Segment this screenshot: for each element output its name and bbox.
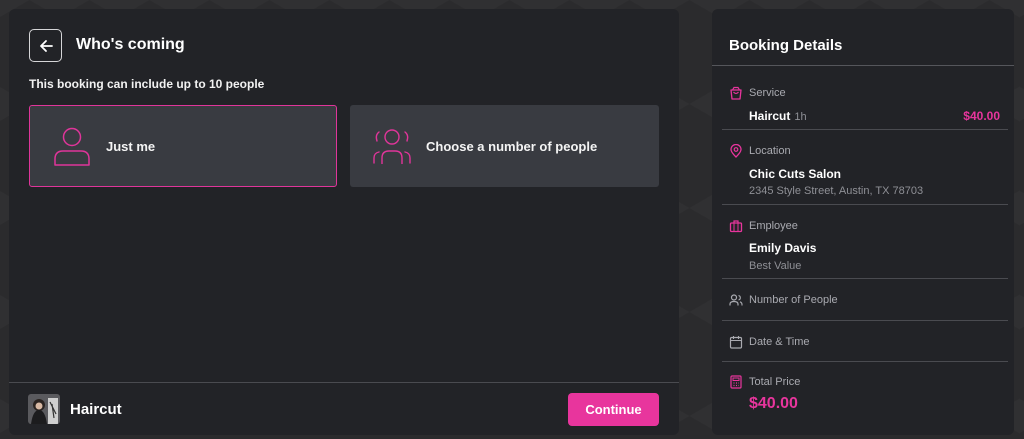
continue-button[interactable]: Continue <box>568 393 659 426</box>
employee-name: Emily Davis <box>749 241 817 255</box>
service-thumbnail <box>28 394 60 424</box>
option-just-me[interactable]: Just me <box>29 105 337 187</box>
employee-tag: Best Value <box>749 260 802 272</box>
page-title: Who's coming <box>76 36 185 53</box>
arrow-left-icon <box>39 39 53 52</box>
calculator-icon <box>730 375 742 389</box>
booking-details-title: Booking Details <box>729 37 843 54</box>
employee-label: Employee <box>749 220 798 232</box>
service-section: Service Haircut 1h $40.00 <box>712 65 1014 129</box>
back-button[interactable] <box>29 29 62 62</box>
date-time-section: Date & Time <box>712 320 1014 361</box>
service-label: Service <box>749 87 786 99</box>
option-choose-number[interactable]: Choose a number of people <box>350 105 659 187</box>
option-just-me-label: Just me <box>106 138 156 154</box>
briefcase-icon <box>729 220 743 233</box>
person-icon <box>52 126 92 166</box>
service-name-line: Haircut 1h <box>749 109 807 123</box>
users-icon <box>729 294 743 306</box>
service-duration: 1h <box>794 111 807 123</box>
date-time-label: Date & Time <box>749 336 810 348</box>
service-price: $40.00 <box>963 109 1000 123</box>
employee-section: Employee Emily Davis Best Value <box>712 204 1014 278</box>
who-is-coming-panel: Who's coming This booking can include up… <box>9 9 679 435</box>
total-price-value: $40.00 <box>749 395 798 412</box>
location-label: Location <box>749 145 791 157</box>
total-price-label: Total Price <box>749 376 801 388</box>
footer-service-name: Haircut <box>70 401 122 418</box>
location-address: 2345 Style Street, Austin, TX 78703 <box>749 185 924 197</box>
footer-divider <box>9 382 679 383</box>
location-section: Location Chic Cuts Salon 2345 Style Stre… <box>712 129 1014 204</box>
location-name: Chic Cuts Salon <box>749 167 842 181</box>
service-name: Haircut <box>749 109 791 123</box>
booking-details-panel: Booking Details Service Haircut 1h $40.00… <box>712 9 1014 435</box>
total-price-section: Total Price $40.00 <box>712 361 1014 431</box>
number-of-people-label: Number of People <box>749 294 838 306</box>
calendar-icon <box>729 336 743 349</box>
number-of-people-section: Number of People <box>712 278 1014 320</box>
map-pin-icon <box>730 144 742 158</box>
option-choose-number-label: Choose a number of people <box>426 138 598 154</box>
shopping-bag-icon <box>730 86 742 100</box>
booking-limit-text: This booking can include up to 10 people <box>29 77 265 91</box>
group-icon <box>372 126 412 166</box>
